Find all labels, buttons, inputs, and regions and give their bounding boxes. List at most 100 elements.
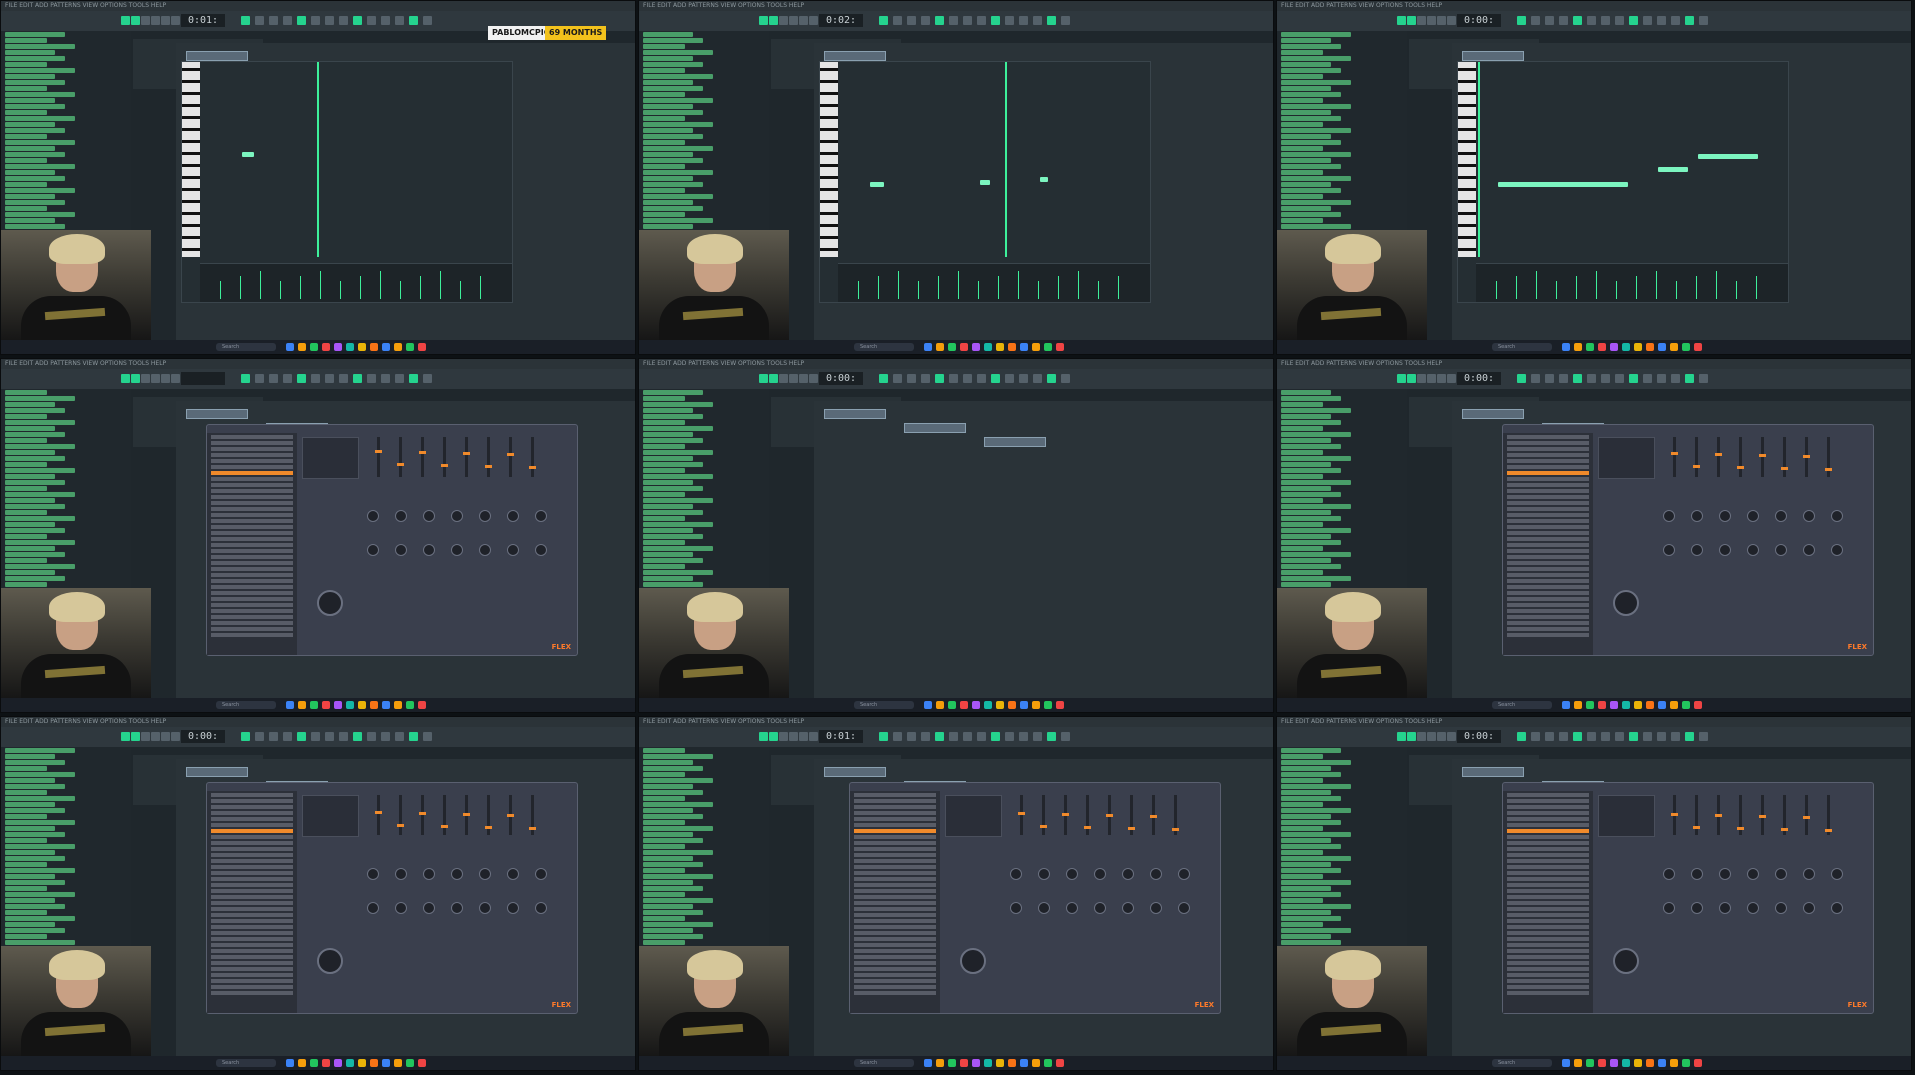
toolbar-button[interactable] [395, 732, 404, 741]
browser-item[interactable] [1281, 868, 1341, 873]
browser-item[interactable] [643, 910, 703, 915]
preset-item[interactable] [211, 913, 293, 917]
parameter-knob[interactable] [1663, 902, 1675, 914]
preset-item[interactable] [1507, 853, 1589, 857]
browser-item[interactable] [643, 880, 693, 885]
browser-item[interactable] [643, 874, 713, 879]
slider-handle[interactable] [1150, 815, 1157, 818]
toolbar-button[interactable] [1005, 374, 1014, 383]
macro-slider[interactable] [529, 795, 536, 835]
menu-bar[interactable]: FILE EDIT ADD PATTERNS VIEW OPTIONS TOOL… [1277, 1, 1911, 11]
transport-button[interactable] [759, 374, 768, 383]
browser-item[interactable] [643, 772, 685, 777]
parameter-knob[interactable] [1663, 510, 1675, 522]
browser-item[interactable] [5, 874, 55, 879]
taskbar-app-icon[interactable] [1574, 343, 1582, 351]
browser-item[interactable] [1281, 408, 1351, 413]
parameter-knob[interactable] [1038, 868, 1050, 880]
browser-item[interactable] [1281, 862, 1331, 867]
toolbar-button[interactable] [1033, 374, 1042, 383]
browser-item[interactable] [643, 862, 703, 867]
browser-item[interactable] [1281, 224, 1351, 229]
macro-slider[interactable] [529, 437, 536, 477]
toolbar-button[interactable] [339, 732, 348, 741]
slider-handle[interactable] [463, 813, 470, 816]
transport-button[interactable] [1397, 16, 1406, 25]
preset-item[interactable] [1507, 883, 1589, 887]
parameter-knob[interactable] [1719, 510, 1731, 522]
browser-item[interactable] [5, 86, 47, 91]
toolbar-button[interactable] [353, 16, 362, 25]
browser-item[interactable] [1281, 856, 1351, 861]
toolbar-button[interactable] [1601, 16, 1610, 25]
parameter-knob[interactable] [1150, 902, 1162, 914]
browser-item[interactable] [5, 80, 65, 85]
taskbar-app-icon[interactable] [358, 343, 366, 351]
parameter-knob[interactable] [1663, 868, 1675, 880]
parameter-knob[interactable] [1663, 544, 1675, 556]
browser-item[interactable] [643, 928, 693, 933]
preset-item[interactable] [211, 591, 293, 595]
slider-handle[interactable] [1715, 814, 1722, 817]
preset-item[interactable] [854, 985, 936, 989]
toolbar-button[interactable] [367, 16, 376, 25]
macro-slider[interactable] [1172, 795, 1179, 835]
velocity-lane[interactable] [1476, 263, 1788, 302]
browser-item[interactable] [5, 802, 55, 807]
preset-item[interactable] [1507, 459, 1589, 463]
browser-item[interactable] [1281, 104, 1351, 109]
menu-bar[interactable]: FILE EDIT ADD PATTERNS VIEW OPTIONS TOOL… [639, 1, 1273, 11]
preset-item[interactable] [854, 853, 936, 857]
browser-item[interactable] [1281, 576, 1351, 581]
toolbar-button[interactable] [1531, 732, 1540, 741]
slider-handle[interactable] [1671, 452, 1678, 455]
piano-keys[interactable] [1458, 62, 1476, 257]
toolbar-button[interactable] [311, 732, 320, 741]
taskbar-app-icon[interactable] [948, 1059, 956, 1067]
taskbar-app-icon[interactable] [984, 343, 992, 351]
velocity-bar[interactable] [938, 276, 939, 299]
toolbar-button[interactable] [1005, 732, 1014, 741]
master-knob[interactable] [317, 590, 343, 616]
toolbar-button[interactable] [1531, 16, 1540, 25]
browser-item[interactable] [5, 820, 75, 825]
browser-item[interactable] [5, 934, 47, 939]
preset-item[interactable] [211, 925, 293, 929]
browser-item[interactable] [5, 838, 47, 843]
slider-handle[interactable] [507, 453, 514, 456]
browser-item[interactable] [643, 56, 693, 61]
browser-item[interactable] [5, 564, 75, 569]
parameter-knob[interactable] [451, 510, 463, 522]
preset-item[interactable] [211, 985, 293, 989]
slider-handle[interactable] [1172, 828, 1179, 831]
parameter-knob[interactable] [1719, 868, 1731, 880]
toolbar-button[interactable] [1699, 374, 1708, 383]
parameter-knob[interactable] [1094, 868, 1106, 880]
parameter-knob[interactable] [479, 868, 491, 880]
taskbar-app-icon[interactable] [346, 1059, 354, 1067]
velocity-bar[interactable] [1078, 271, 1079, 299]
browser-item[interactable] [1281, 128, 1351, 133]
browser-item[interactable] [643, 886, 703, 891]
taskbar-app-icon[interactable] [1658, 343, 1666, 351]
parameter-knob[interactable] [1803, 902, 1815, 914]
browser-item[interactable] [1281, 396, 1341, 401]
taskbar-app-icon[interactable] [418, 1059, 426, 1067]
preset-item[interactable] [854, 799, 936, 803]
taskbar-app-icon[interactable] [960, 1059, 968, 1067]
browser-item[interactable] [1281, 140, 1341, 145]
piano-roll[interactable] [1457, 61, 1789, 303]
parameter-knob[interactable] [1066, 902, 1078, 914]
browser-item[interactable] [1281, 426, 1323, 431]
toolbar-button[interactable] [921, 374, 930, 383]
browser-item[interactable] [5, 110, 47, 115]
browser-item[interactable] [643, 498, 713, 503]
macro-slider[interactable] [441, 437, 448, 477]
parameter-knob[interactable] [1691, 544, 1703, 556]
velocity-bar[interactable] [1058, 276, 1059, 299]
preset-item[interactable] [211, 633, 293, 637]
taskbar-app-icon[interactable] [394, 701, 402, 709]
browser-item[interactable] [5, 940, 75, 945]
parameter-knob[interactable] [479, 544, 491, 556]
browser-item[interactable] [1281, 940, 1341, 945]
